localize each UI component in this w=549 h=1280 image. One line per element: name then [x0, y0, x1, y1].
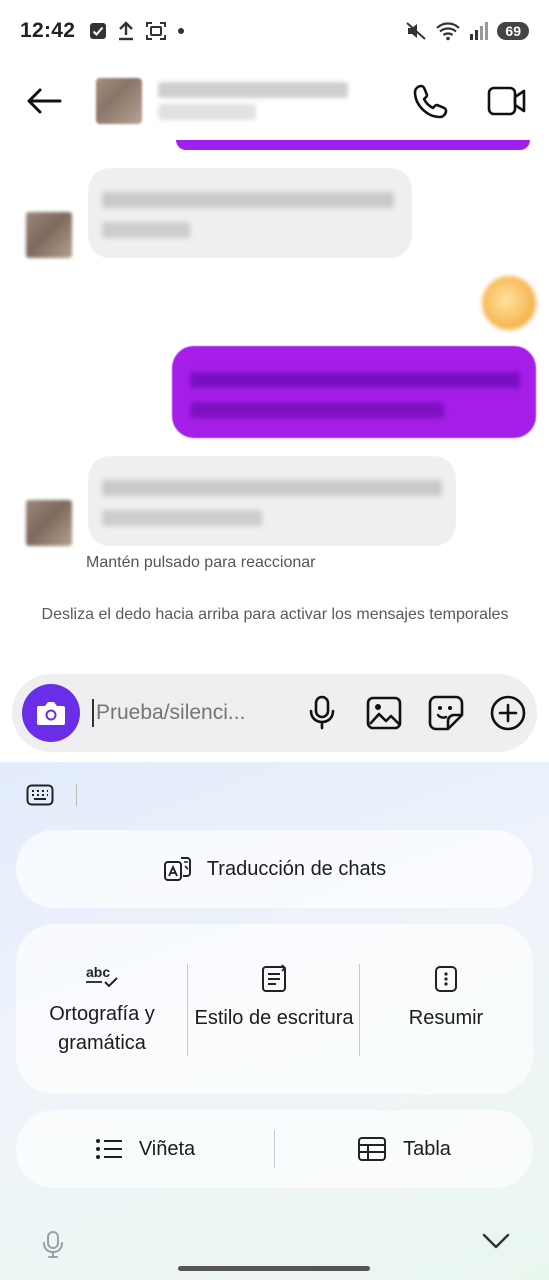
image-icon [366, 696, 402, 730]
message-list[interactable]: Mantén pulsado para reaccionar Desliza e… [0, 130, 549, 670]
translate-icon [163, 857, 191, 881]
status-time: 12:42 [20, 19, 76, 42]
more-options-button[interactable] [490, 695, 526, 731]
back-arrow-icon [27, 88, 62, 114]
chat-translation-button[interactable]: Traducción de chats [16, 830, 533, 908]
screen-capture-icon [146, 22, 167, 40]
upload-icon [119, 21, 134, 41]
incoming-message-redacted[interactable] [88, 456, 456, 546]
back-button[interactable] [22, 79, 66, 123]
outgoing-message-edge [176, 140, 530, 150]
table-icon [358, 1137, 387, 1161]
chevron-down-icon[interactable] [482, 1232, 510, 1250]
voice-input-icon[interactable] [42, 1230, 64, 1260]
panel-bottom-bar [0, 1224, 549, 1280]
incoming-message-redacted[interactable] [88, 168, 412, 258]
writing-style-label: Estilo de escritura [194, 1007, 354, 1029]
sticker-button[interactable] [428, 695, 464, 731]
format-card: Viñeta Tabla [16, 1110, 533, 1188]
writing-tools-card: abc Ortografía y gramática Estilo de esc… [16, 924, 533, 1094]
contact-avatar[interactable] [96, 78, 142, 124]
contact-name-redacted[interactable] [158, 82, 348, 120]
bullet-list-icon [95, 1139, 122, 1159]
phone-icon[interactable] [413, 83, 449, 119]
plus-circle-icon [490, 695, 526, 731]
camera-button[interactable] [22, 684, 80, 742]
writing-assist-panel: Traducción de chats abc Ortografía y gra… [0, 762, 549, 1280]
status-bar: 12:42 69 [0, 0, 549, 62]
writing-style-icon [262, 964, 287, 992]
mute-icon [406, 22, 427, 40]
hold-to-react-hint: Mantén pulsado para reaccionar [86, 554, 316, 571]
home-indicator[interactable] [178, 1266, 370, 1271]
summarize-button[interactable]: Resumir [360, 924, 532, 1094]
spelling-grammar-label: Ortografía y gramática [49, 1003, 155, 1054]
message-input[interactable] [92, 699, 288, 727]
spelling-grammar-button[interactable]: abc Ortografía y gramática [16, 924, 188, 1094]
wifi-icon [436, 22, 461, 41]
bullet-list-label: Viñeta [138, 1137, 196, 1160]
reaction-emoji-redacted[interactable] [482, 276, 536, 330]
sticker-icon [428, 695, 464, 731]
message-composer [12, 674, 537, 752]
video-camera-icon[interactable] [487, 85, 527, 117]
dot-icon [178, 28, 185, 34]
sender-avatar[interactable] [26, 500, 72, 546]
camera-icon [37, 702, 65, 725]
battery-badge: 69 [497, 22, 529, 40]
outgoing-message-redacted[interactable] [172, 346, 536, 438]
spellcheck-icon: abc [86, 964, 118, 988]
writing-style-button[interactable]: Estilo de escritura [188, 924, 360, 1094]
voice-message-button[interactable] [304, 695, 340, 731]
sender-avatar[interactable] [26, 212, 72, 258]
chat-header [0, 62, 549, 140]
checkbox-icon [90, 23, 107, 39]
table-button[interactable]: Tabla [275, 1110, 533, 1188]
svg-text:abc: abc [86, 964, 110, 980]
keyboard-icon[interactable] [26, 784, 54, 806]
signal-icon [470, 22, 489, 40]
summarize-icon [435, 966, 457, 992]
ephemeral-messages-hint[interactable]: Desliza el dedo hacia arriba para activa… [30, 604, 520, 626]
table-label: Tabla [403, 1137, 451, 1160]
summarize-label: Resumir [408, 1007, 484, 1029]
bullet-list-button[interactable]: Viñeta [16, 1110, 274, 1188]
microphone-icon [309, 695, 335, 730]
gallery-button[interactable] [366, 695, 402, 731]
translate-label: Traducción de chats [206, 857, 387, 880]
